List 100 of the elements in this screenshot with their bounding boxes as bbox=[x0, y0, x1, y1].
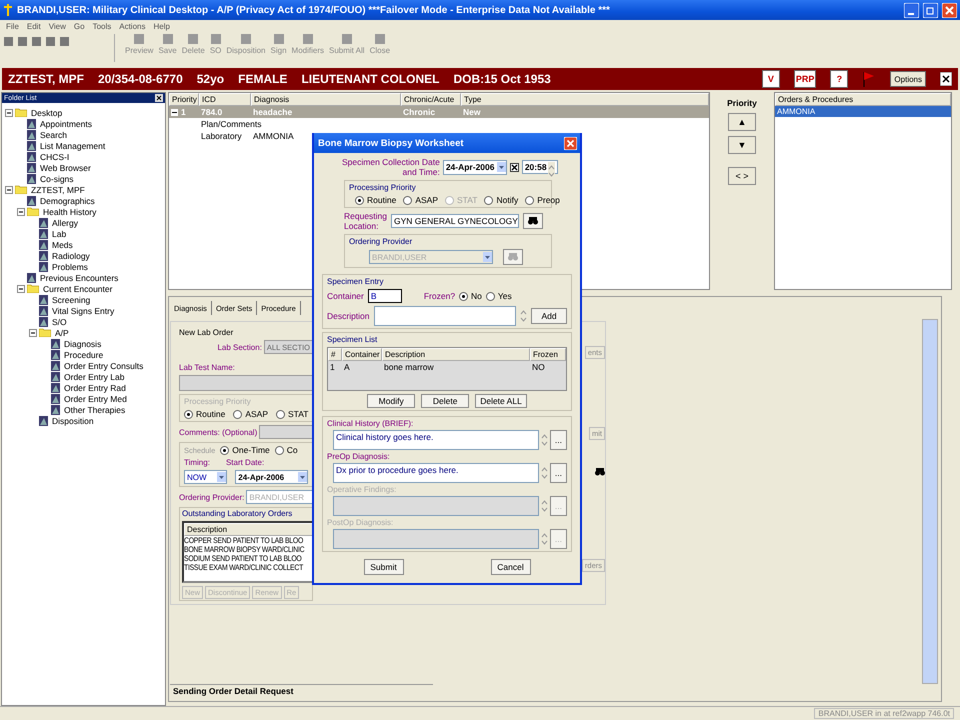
list-button[interactable]: Modify bbox=[367, 394, 416, 408]
collapse-icon[interactable] bbox=[17, 208, 25, 216]
radio-button[interactable]: Yes bbox=[486, 291, 512, 301]
tree-item[interactable]: Appointments bbox=[40, 118, 92, 128]
tree-item[interactable]: Order Entry Lab bbox=[64, 372, 124, 382]
column-header[interactable]: Priority bbox=[169, 93, 199, 106]
search-button[interactable] bbox=[523, 213, 544, 229]
tree-item[interactable]: List Management bbox=[40, 140, 106, 150]
tree-item[interactable]: Order Entry Consults bbox=[64, 360, 144, 370]
lab-test-field[interactable] bbox=[179, 375, 313, 391]
radio-button[interactable]: No bbox=[459, 291, 482, 301]
tree-item[interactable]: Demographics bbox=[40, 196, 95, 206]
tree-item[interactable]: Vital Signs Entry bbox=[52, 306, 114, 316]
tree-item[interactable]: Current Encounter bbox=[43, 284, 112, 294]
timing-dropdown[interactable]: NOW bbox=[184, 470, 228, 484]
tree-item[interactable]: Diagnosis bbox=[64, 338, 102, 348]
menu-item[interactable]: File bbox=[6, 22, 19, 30]
more-button[interactable]: ... bbox=[550, 430, 567, 450]
tree-item[interactable]: Meds bbox=[52, 240, 73, 250]
radio-button[interactable]: Preop bbox=[525, 195, 560, 205]
menu-item[interactable]: View bbox=[48, 22, 66, 30]
radio-button[interactable]: One-Time bbox=[220, 445, 270, 455]
collapse-icon[interactable] bbox=[17, 284, 25, 292]
spinner-icon[interactable] bbox=[548, 162, 555, 180]
menu-item[interactable]: Help bbox=[153, 22, 170, 30]
column-header[interactable]: Frozen bbox=[530, 348, 566, 361]
tree-item[interactable]: Search bbox=[40, 130, 67, 140]
tree-item[interactable]: Co-signs bbox=[40, 174, 74, 184]
description-field[interactable] bbox=[374, 306, 516, 326]
radio-button[interactable]: Routine bbox=[355, 195, 396, 205]
tree-item[interactable]: Web Browser bbox=[40, 162, 91, 172]
table-cell[interactable]: TISSUE EXAM WARD/CLINIC COLLECT bbox=[184, 563, 304, 572]
menu-item[interactable]: Edit bbox=[26, 22, 41, 30]
radio-button[interactable]: Notify bbox=[484, 195, 518, 205]
collapse-icon[interactable] bbox=[5, 186, 13, 194]
menu-item[interactable]: Go bbox=[74, 22, 85, 30]
column-header[interactable]: Type bbox=[461, 93, 709, 106]
priority-button[interactable]: < > bbox=[728, 167, 756, 185]
list-item[interactable]: AMMONIA bbox=[775, 106, 951, 117]
table-cell[interactable]: SODIUM SEND PATIENT TO LAB BLOO bbox=[184, 554, 302, 563]
more-button[interactable]: ... bbox=[550, 463, 567, 483]
tree-item[interactable]: CHCS-I bbox=[40, 152, 70, 162]
close-icon[interactable] bbox=[940, 72, 952, 86]
dialog-button[interactable]: Cancel bbox=[490, 559, 530, 575]
tree-item[interactable]: Desktop bbox=[31, 108, 62, 118]
column-header[interactable]: ICD bbox=[199, 93, 251, 106]
toolbar-badge[interactable]: PRP bbox=[794, 70, 816, 88]
binoculars-icon[interactable] bbox=[595, 468, 605, 476]
notes-field[interactable] bbox=[333, 529, 539, 549]
location-field[interactable]: GYN GENERAL GYNECOLOGY bbox=[391, 214, 520, 228]
close-icon[interactable] bbox=[155, 94, 163, 102]
container-field[interactable]: B bbox=[368, 289, 402, 303]
table-cell[interactable]: COPPER SEND PATIENT TO LAB BLOO bbox=[184, 536, 304, 545]
collapse-icon[interactable] bbox=[5, 108, 13, 116]
start-date-picker[interactable]: 24-Apr-2006 bbox=[235, 470, 308, 484]
notes-field[interactable]: Clinical history goes here. bbox=[333, 430, 539, 450]
priority-button[interactable]: ▲ bbox=[728, 113, 756, 131]
column-header[interactable]: Description bbox=[184, 523, 313, 536]
tree-item[interactable]: S/O bbox=[52, 316, 67, 326]
tree-item[interactable]: Order Entry Med bbox=[64, 394, 127, 404]
tree-item[interactable]: A/P bbox=[55, 328, 69, 338]
tree-item[interactable]: Screening bbox=[52, 294, 90, 304]
date-picker[interactable]: 24-Apr-2006 bbox=[442, 160, 507, 174]
collapse-icon[interactable] bbox=[29, 328, 37, 336]
column-header[interactable]: Chronic/Acute bbox=[401, 93, 461, 106]
tree-item[interactable]: Order Entry Rad bbox=[64, 382, 126, 392]
menu-item[interactable]: Tools bbox=[92, 22, 112, 30]
tree-item[interactable]: Disposition bbox=[52, 416, 94, 426]
column-header[interactable]: Container bbox=[342, 348, 382, 361]
comments-field[interactable] bbox=[259, 425, 313, 439]
dialog-button[interactable]: Submit bbox=[364, 559, 404, 575]
radio-button[interactable]: Co bbox=[274, 445, 298, 455]
checkbox[interactable] bbox=[510, 162, 519, 172]
options-button[interactable]: Options bbox=[890, 71, 926, 87]
tree-item[interactable]: Procedure bbox=[64, 350, 104, 360]
tree-item[interactable]: Lab bbox=[52, 228, 66, 238]
priority-button[interactable]: ▼ bbox=[728, 136, 756, 154]
restore-icon[interactable] bbox=[923, 2, 938, 18]
tree-item[interactable]: Previous Encounters bbox=[40, 272, 118, 282]
column-header[interactable]: # bbox=[328, 348, 342, 361]
minimize-icon[interactable] bbox=[904, 2, 919, 18]
tree-item[interactable]: Allergy bbox=[52, 218, 78, 228]
toolbar-badge[interactable]: V bbox=[762, 70, 780, 88]
column-header[interactable]: Orders & Procedures bbox=[775, 93, 951, 106]
list-button[interactable]: Delete bbox=[421, 394, 470, 408]
toolbar-badge[interactable]: ? bbox=[830, 70, 848, 88]
tree-item[interactable]: Health History bbox=[43, 206, 96, 216]
add-button[interactable]: Add bbox=[531, 308, 567, 324]
list-button[interactable]: Delete ALL bbox=[475, 394, 527, 408]
collapse-icon[interactable] bbox=[171, 108, 178, 116]
menu-item[interactable]: Actions bbox=[119, 22, 146, 30]
scrollbar[interactable] bbox=[922, 319, 938, 684]
flag-icon[interactable] bbox=[862, 71, 876, 87]
tree-item[interactable]: Radiology bbox=[52, 250, 90, 260]
column-header[interactable]: Diagnosis bbox=[251, 93, 401, 106]
tree-item[interactable]: Other Therapies bbox=[64, 404, 126, 414]
radio-button[interactable]: ASAP bbox=[403, 195, 438, 205]
tree-item[interactable]: Problems bbox=[52, 262, 88, 272]
notes-field[interactable]: Dx prior to procedure goes here. bbox=[333, 463, 539, 483]
notes-field[interactable] bbox=[333, 496, 539, 516]
